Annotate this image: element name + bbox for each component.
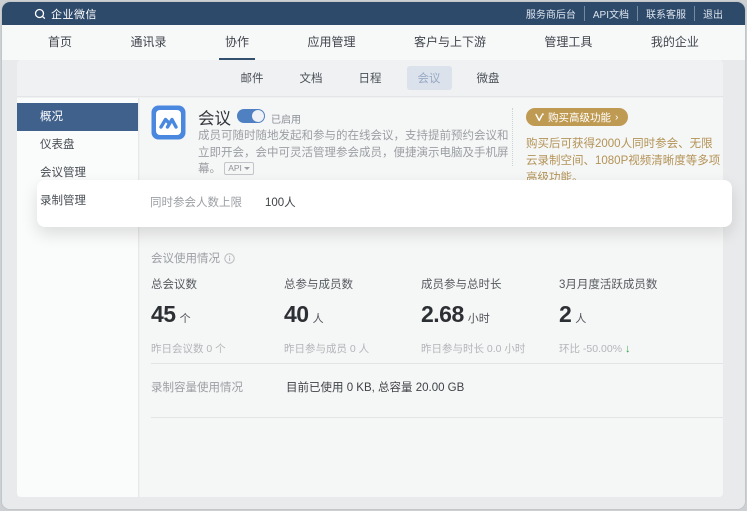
sidebar-item-recording-management[interactable]: 录制管理 [17, 187, 138, 215]
subtab-mail[interactable]: 邮件 [230, 66, 275, 90]
nav-item-contacts[interactable]: 通讯录 [130, 25, 166, 60]
top-bar: 企业微信 服务商后台 API文档 联系客服 退出 [2, 2, 745, 25]
stat-subtext: 昨日参与成员 0 人 [284, 341, 369, 356]
stat-subtext-label: 环比 -50.00% [559, 341, 622, 356]
stat-unit: 人 [575, 310, 586, 326]
buy-premium-button[interactable]: 购买高级功能 › [526, 108, 628, 126]
subtab-meeting[interactable]: 会议 [407, 66, 452, 90]
premium-section: 购买高级功能 › 购买后可获得2000人同时参会、无限云录制空间、1080P视频… [526, 108, 722, 187]
recording-capacity-value: 目前已使用 0 KB, 总容量 20.00 GB [286, 379, 464, 395]
brand: 企业微信 [34, 6, 97, 22]
api-dropdown[interactable]: API [224, 162, 254, 175]
stat-total-duration: 成员参与总时长 2.68 小时 昨日参与时长 0.0 小时 [421, 276, 525, 356]
api-label: API [228, 163, 242, 174]
stat-unit: 小时 [468, 310, 490, 326]
enable-toggle[interactable] [237, 109, 265, 123]
top-links: 服务商后台 API文档 联系客服 退出 [518, 6, 731, 21]
subtab-docs[interactable]: 文档 [289, 66, 334, 90]
subtab-calendar[interactable]: 日程 [348, 66, 393, 90]
content-panel: 邮件 文档 日程 会议 微盘 概况 仪表盘 会议管理 录制管理 会议 已启用 [17, 60, 723, 497]
stat-value: 2 [559, 301, 571, 328]
stat-label: 总会议数 [151, 276, 226, 292]
recording-capacity-label: 录制容量使用情况 [151, 379, 243, 395]
sidebar-item-meeting-management[interactable]: 会议管理 [17, 159, 138, 187]
toggle-knob [252, 110, 264, 122]
app-status-label: 已启用 [271, 111, 301, 126]
sidebar: 概况 仪表盘 会议管理 录制管理 [17, 98, 139, 497]
stat-subtext: 昨日参与时长 0.0 小时 [421, 341, 525, 356]
highlighted-row-concurrent-participants: 同时参会人数上限 100人 [37, 180, 732, 227]
chevron-down-icon [244, 167, 250, 170]
nav-item-customers[interactable]: 客户与上下游 [414, 25, 486, 60]
app-description: 成员可随时随地发起和参与的在线会议，支持提前预约会议和立即开会，会中可灵活管理参… [198, 128, 516, 178]
top-link-support[interactable]: 联系客服 [638, 6, 695, 21]
section-divider [151, 417, 723, 418]
stat-total-meetings: 总会议数 45 个 昨日会议数 0 个 [151, 276, 226, 356]
stat-subtext: 环比 -50.00% ↓ [559, 341, 657, 356]
app-window: 企业微信 服务商后台 API文档 联系客服 退出 首页 通讯录 协作 应用管理 … [2, 2, 745, 509]
info-icon[interactable] [224, 253, 235, 264]
concurrent-limit-value: 100人 [265, 180, 296, 227]
stat-label: 总参与成员数 [284, 276, 369, 292]
usage-section-title: 会议使用情况 [151, 250, 235, 266]
stat-subtext: 昨日会议数 0 个 [151, 341, 226, 356]
stat-value: 45 [151, 301, 176, 328]
meeting-app-icon [151, 105, 186, 140]
subtab-drive[interactable]: 微盘 [466, 66, 511, 90]
chevron-right-icon: › [615, 111, 619, 123]
stat-total-participants: 总参与成员数 40 人 昨日参与成员 0 人 [284, 276, 369, 356]
top-link-api-docs[interactable]: API文档 [585, 6, 638, 21]
stat-unit: 人 [313, 310, 324, 326]
stat-label: 成员参与总时长 [421, 276, 525, 292]
nav-item-my-company[interactable]: 我的企业 [651, 25, 699, 60]
main-content: 会议 已启用 成员可随时随地发起和参与的在线会议，支持提前预约会议和立即开会，会… [140, 98, 723, 497]
top-link-provider[interactable]: 服务商后台 [518, 6, 585, 21]
vertical-dotted-divider [512, 108, 513, 166]
nav-item-collaboration[interactable]: 协作 [225, 25, 249, 60]
arrow-down-icon: ↓ [625, 343, 631, 355]
premium-description: 购买后可获得2000人同时参会、无限云录制空间、1080P视频清晰度等多项高级功… [526, 136, 722, 187]
nav-item-apps[interactable]: 应用管理 [307, 25, 355, 60]
stat-unit: 个 [180, 310, 191, 326]
main-nav: 首页 通讯录 协作 应用管理 客户与上下游 管理工具 我的企业 [2, 25, 745, 60]
nav-item-home[interactable]: 首页 [48, 25, 72, 60]
stat-value: 40 [284, 301, 309, 328]
section-divider [151, 363, 723, 364]
vip-icon [535, 113, 544, 122]
concurrent-limit-label: 同时参会人数上限 [150, 180, 242, 227]
subtab-bar: 邮件 文档 日程 会议 微盘 [17, 60, 723, 97]
stat-monthly-active: 3月月度活跃成员数 2 人 环比 -50.00% ↓ [559, 276, 657, 356]
top-link-logout[interactable]: 退出 [695, 6, 731, 21]
brand-label: 企业微信 [51, 6, 97, 22]
stat-value: 2.68 [421, 301, 464, 328]
wechat-work-logo-icon [34, 8, 46, 20]
sidebar-item-dashboard[interactable]: 仪表盘 [17, 131, 138, 159]
stat-label: 3月月度活跃成员数 [559, 276, 657, 292]
app-title: 会议 [198, 105, 231, 129]
sidebar-item-overview[interactable]: 概况 [17, 103, 138, 131]
nav-item-admin-tools[interactable]: 管理工具 [544, 25, 592, 60]
usage-title-text: 会议使用情况 [151, 250, 220, 266]
buy-premium-label: 购买高级功能 [548, 110, 611, 125]
